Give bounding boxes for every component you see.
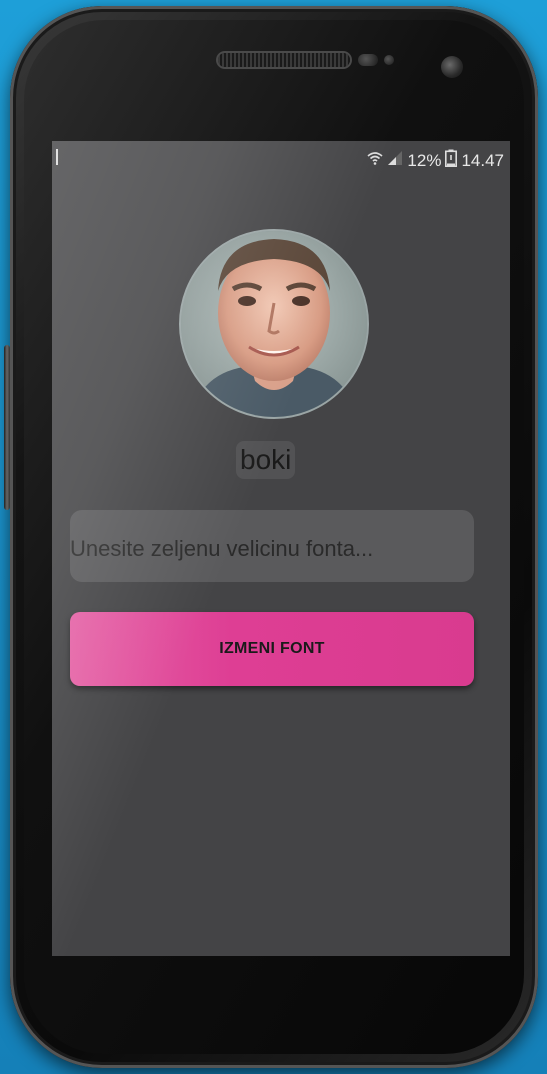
battery-percent: 12% bbox=[407, 150, 442, 170]
wifi-icon bbox=[367, 150, 383, 171]
signal-icon bbox=[387, 150, 403, 171]
status-time: 14.47 bbox=[461, 150, 504, 170]
username-label: boki bbox=[236, 441, 296, 479]
avatar-photo bbox=[181, 231, 367, 417]
avatar bbox=[179, 229, 369, 419]
proximity-sensor bbox=[358, 54, 378, 66]
stage: 12% 14.47 boki Unesite zeljenu velicinu … bbox=[0, 0, 547, 1074]
volume-button bbox=[4, 345, 10, 510]
battery-icon bbox=[445, 149, 458, 172]
light-sensor bbox=[384, 55, 394, 65]
earpiece-speaker bbox=[218, 53, 350, 67]
app-screen: 12% 14.47 boki Unesite zeljenu velicinu … bbox=[52, 141, 510, 956]
front-camera bbox=[441, 56, 463, 78]
notification-icon bbox=[52, 149, 58, 165]
status-bar: 12% 14.47 bbox=[52, 141, 510, 177]
change-font-button[interactable]: IZMENI FONT bbox=[70, 612, 474, 686]
status-indicators: 12% 14.47 bbox=[367, 149, 504, 172]
font-size-input[interactable] bbox=[70, 510, 474, 582]
